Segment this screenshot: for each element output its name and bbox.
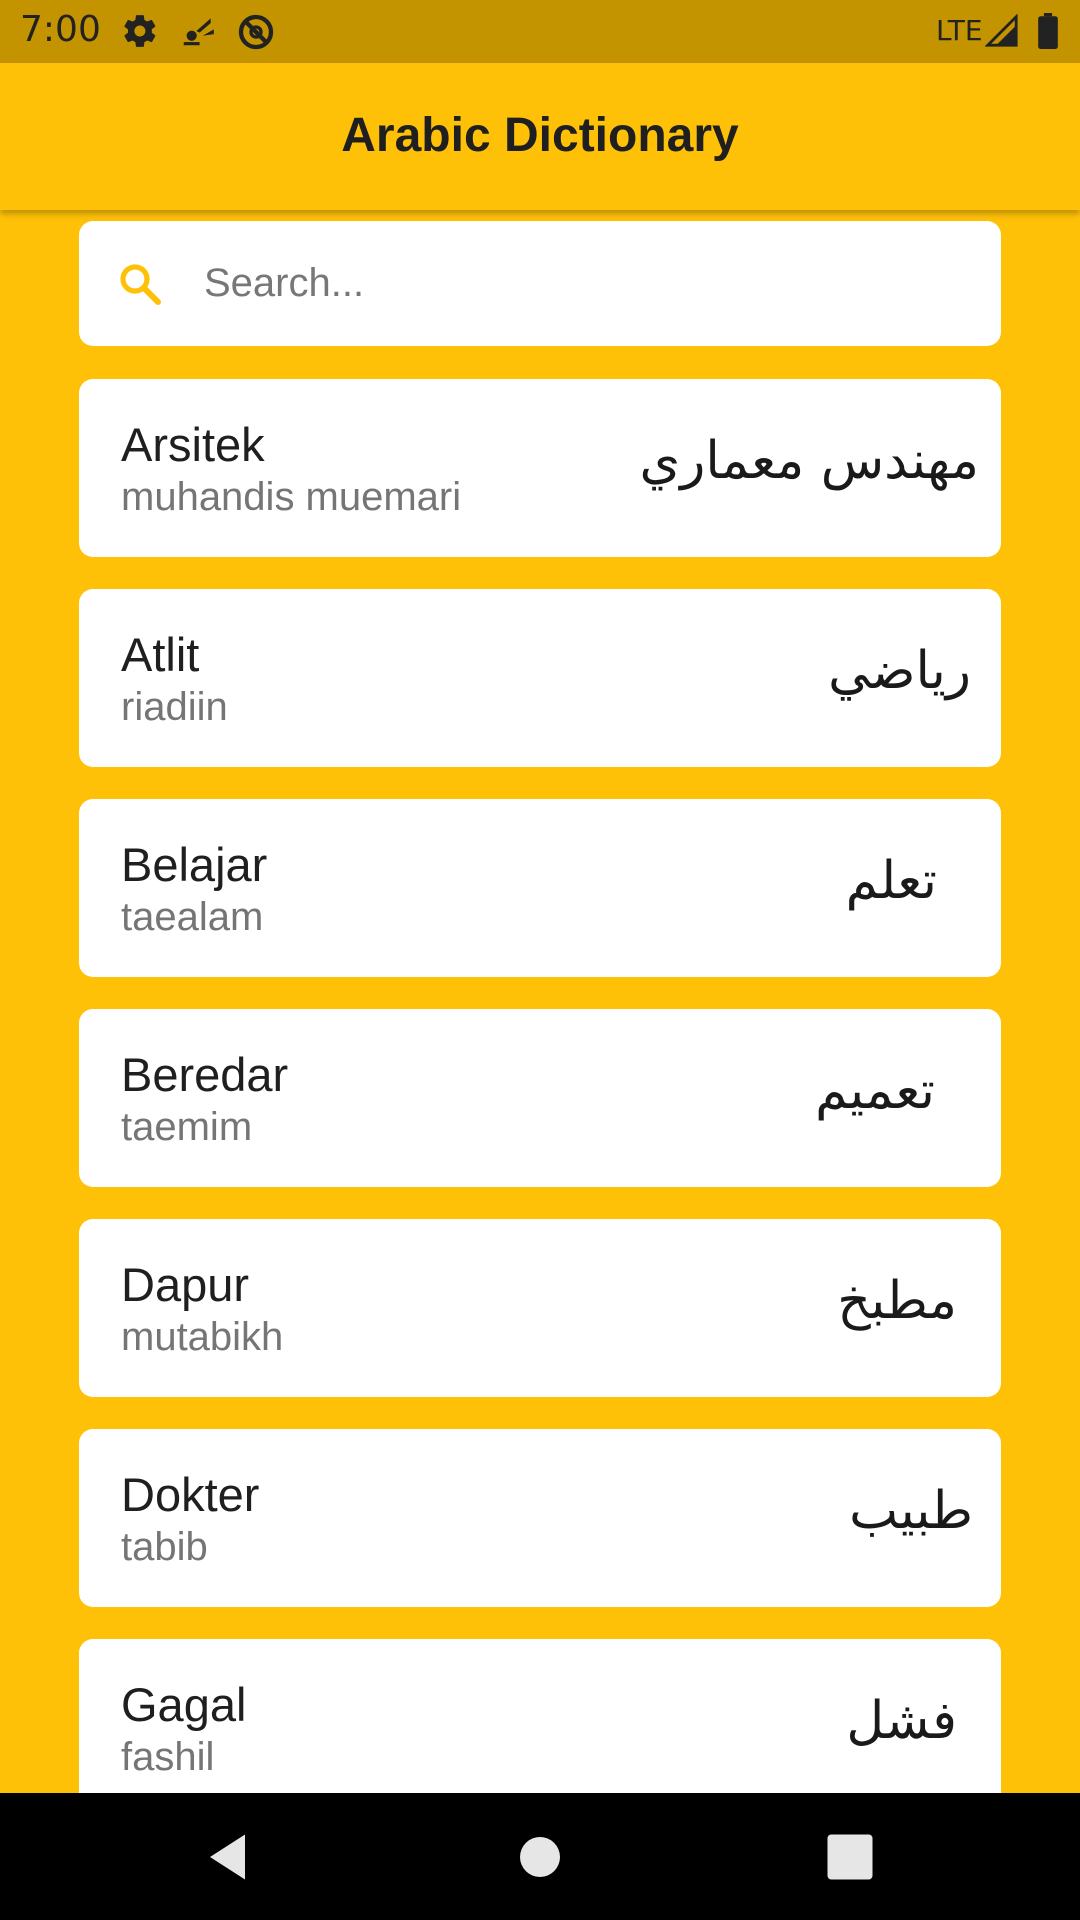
navigation-bar — [0, 1793, 1080, 1920]
search-bar[interactable] — [79, 221, 1001, 346]
dictionary-entry[interactable]: Arsitek muhandis muemari مهندس معماري — [79, 379, 1001, 557]
dictionary-entry[interactable]: Beredar taemim تعميم — [79, 1009, 1001, 1187]
entry-arabic: فشل — [846, 1691, 957, 1751]
entry-arabic: مهندس معماري — [639, 431, 979, 491]
dictionary-list[interactable]: Arsitek muhandis muemari مهندس معماري At… — [79, 379, 1001, 1793]
status-bar: 7:00 LTE — [0, 0, 1080, 63]
home-icon[interactable] — [510, 1827, 570, 1892]
search-icon — [116, 260, 164, 313]
entry-word: Dapur — [121, 1258, 250, 1311]
status-time: 7:00 — [20, 9, 101, 50]
entry-word: Atlit — [121, 628, 200, 681]
back-icon[interactable] — [200, 1827, 260, 1892]
dictionary-entry[interactable]: Belajar taealam تعلم — [79, 799, 1001, 977]
dictionary-entry[interactable]: Gagal fashil فشل — [79, 1639, 1001, 1793]
entry-arabic: طبيب — [849, 1481, 973, 1541]
entry-arabic: تعميم — [815, 1061, 935, 1121]
entry-arabic: مطبخ — [837, 1271, 957, 1331]
search-input[interactable] — [204, 247, 964, 319]
entry-transliteration: taemim — [121, 1105, 253, 1149]
entry-word: Belajar — [121, 838, 268, 891]
entry-word: Arsitek — [121, 418, 265, 471]
entry-transliteration: fashil — [121, 1735, 215, 1779]
entry-transliteration: muhandis muemari — [121, 475, 462, 519]
recents-icon[interactable] — [820, 1827, 880, 1892]
entry-word: Gagal — [121, 1678, 247, 1731]
app-bar: Arabic Dictionary — [0, 63, 1080, 210]
entry-word: Dokter — [121, 1468, 260, 1521]
network-type: LTE — [936, 14, 983, 47]
entry-arabic: تعلم — [845, 851, 937, 911]
settings-icon — [121, 12, 159, 55]
entry-transliteration: riadiin — [121, 685, 228, 729]
entry-transliteration: tabib — [121, 1525, 208, 1569]
dictionary-entry[interactable]: Dokter tabib طبيب — [79, 1429, 1001, 1607]
page-title: Arabic Dictionary — [341, 109, 739, 162]
dictionary-entry[interactable]: Atlit riadiin رياضي — [79, 589, 1001, 767]
dictionary-entry[interactable]: Dapur mutabikh مطبخ — [79, 1219, 1001, 1397]
signal-tower-icon — [178, 12, 218, 55]
blocked-icon — [236, 12, 276, 57]
entry-arabic: رياضي — [828, 641, 971, 701]
entry-transliteration: taealam — [121, 895, 264, 939]
battery-icon — [1037, 13, 1059, 54]
cell-signal-icon — [984, 13, 1019, 53]
entry-transliteration: mutabikh — [121, 1315, 284, 1359]
entry-word: Beredar — [121, 1048, 289, 1101]
